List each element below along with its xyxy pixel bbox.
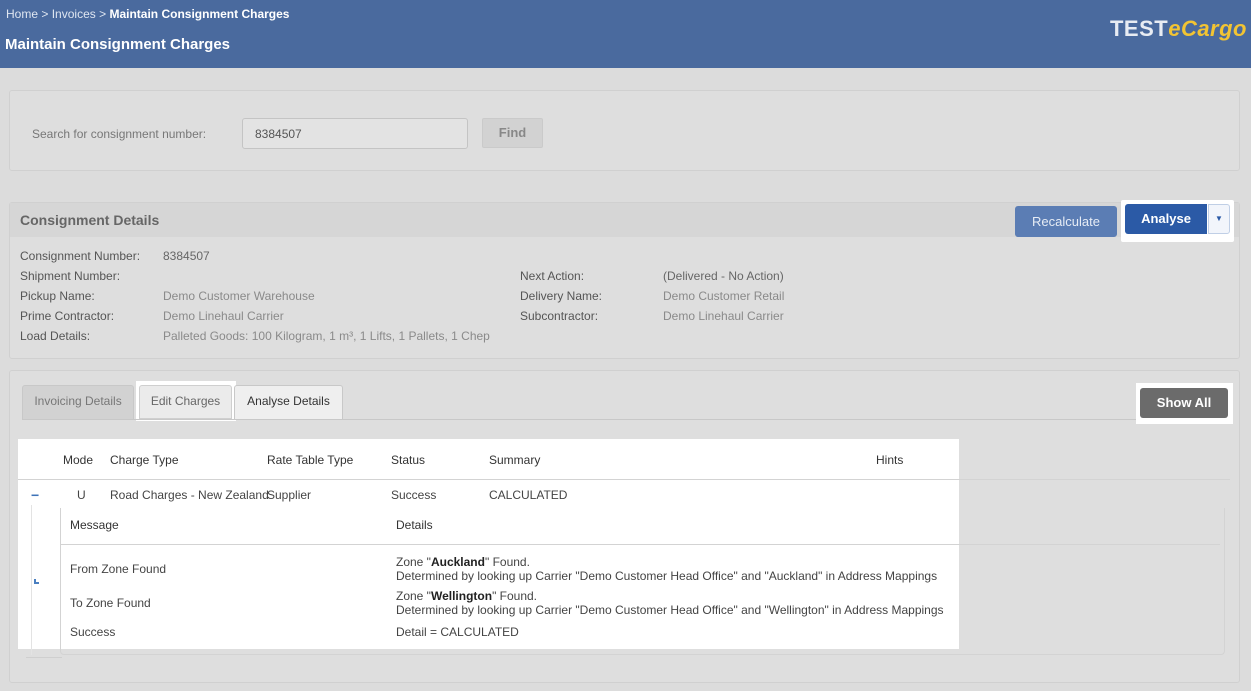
details-success: Detail = CALCULATED <box>396 625 519 639</box>
tab-edit-charges-highlight: Edit Charges <box>136 381 236 421</box>
caret-down-icon: ▼ <box>1215 214 1223 223</box>
details-from-zone-line2: Determined by looking up Carrier "Demo C… <box>396 569 938 583</box>
breadcrumb-current: Maintain Consignment Charges <box>109 7 290 21</box>
message-from-zone: From Zone Found <box>70 562 167 576</box>
consignment-search-input[interactable] <box>242 118 468 149</box>
subgrid-header-message: Message <box>70 518 119 532</box>
tab-analyse-details[interactable]: Analyse Details <box>234 385 343 419</box>
row-mode: U <box>77 488 86 502</box>
breadcrumb-invoices[interactable]: Invoices <box>52 7 96 21</box>
column-header-summary[interactable]: Summary <box>489 453 540 467</box>
row-summary: CALCULATED <box>489 488 568 502</box>
show-all-highlight: Show All <box>1136 383 1233 424</box>
row-status: Success <box>391 488 437 502</box>
details-to-zone-line2: Determined by looking up Carrier "Demo C… <box>396 603 944 617</box>
app-header: Home > Invoices > Maintain Consignment C… <box>0 0 1251 68</box>
collapse-row-toggle[interactable]: − <box>31 487 39 503</box>
breadcrumb: Home > Invoices > Maintain Consignment C… <box>6 7 290 21</box>
search-panel: Search for consignment number: Find <box>9 90 1240 171</box>
details-from-zone-line1: Zone "Auckland" Found. <box>396 555 530 569</box>
tree-bottom-line <box>26 657 62 658</box>
message-to-zone: To Zone Found <box>70 596 151 610</box>
breadcrumb-home[interactable]: Home <box>6 7 38 21</box>
ecargo-logo: TESTeCargo <box>1109 16 1247 41</box>
grid-header-divider <box>18 479 1230 480</box>
find-button[interactable]: Find <box>482 118 543 148</box>
subgrid-header-divider <box>60 544 1220 545</box>
details-to-zone-line1: Zone "Wellington" Found. <box>396 589 538 603</box>
column-header-mode[interactable]: Mode <box>63 453 93 467</box>
tab-invoicing-details[interactable]: Invoicing Details <box>22 385 134 419</box>
recalculate-button[interactable]: Recalculate <box>1015 206 1117 237</box>
tabs-divider <box>22 419 1228 420</box>
column-header-status[interactable]: Status <box>391 453 425 467</box>
tab-edit-charges[interactable]: Edit Charges <box>139 385 232 419</box>
details-title: Consignment Details <box>20 212 160 228</box>
analyse-button-group: Analyse ▼ <box>1121 200 1234 242</box>
tree-line <box>31 505 32 655</box>
page-title: Maintain Consignment Charges <box>5 36 231 53</box>
row-rate-table-type: Supplier <box>267 488 312 502</box>
column-header-hints[interactable]: Hints <box>876 453 903 467</box>
column-header-rate-table-type[interactable]: Rate Table Type <box>267 453 353 467</box>
message-success: Success <box>70 625 116 639</box>
show-all-button[interactable]: Show All <box>1140 388 1228 418</box>
search-label: Search for consignment number: <box>32 127 207 141</box>
analyse-button[interactable]: Analyse <box>1125 204 1207 234</box>
tree-corner-icon <box>34 579 39 584</box>
row-charge-type: Road Charges - New Zealand <box>110 488 269 502</box>
subgrid-header-details: Details <box>396 518 433 532</box>
column-header-charge-type[interactable]: Charge Type <box>110 453 179 467</box>
analyse-dropdown-toggle[interactable]: ▼ <box>1208 204 1230 234</box>
details-header: Consignment Details Recalculate Analyse … <box>10 200 1239 242</box>
